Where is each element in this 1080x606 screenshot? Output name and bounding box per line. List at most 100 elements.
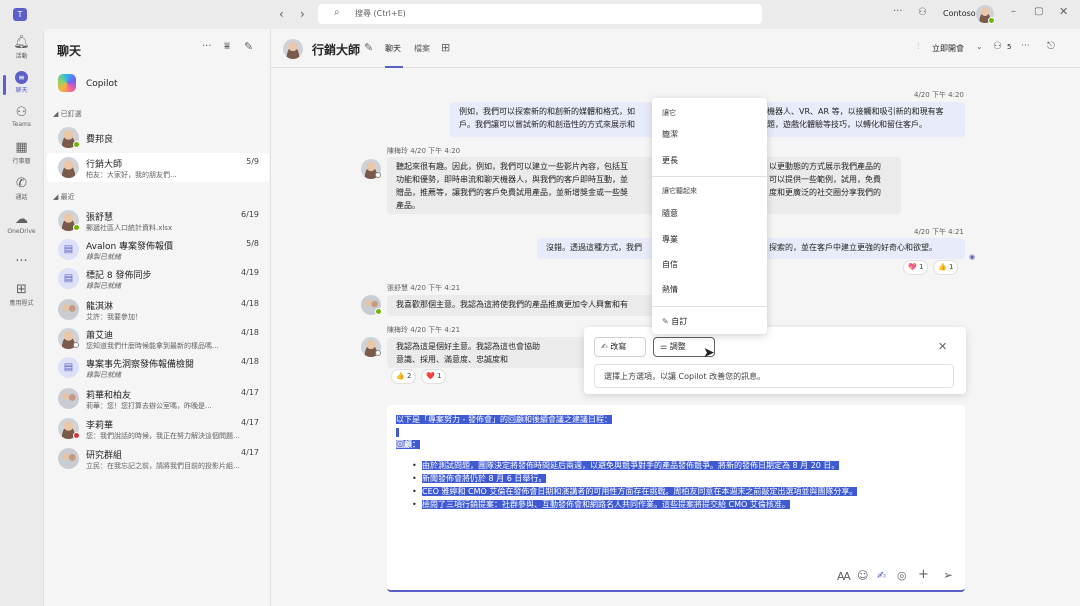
composer-bullet: 由於測試問題，團隊決定將發佈時間延后兩週，以避免與競爭對手的產品發佈競爭。將新的… xyxy=(422,461,840,470)
people-icon[interactable]: ⚇ xyxy=(993,41,1002,52)
close-window-icon[interactable]: ✕ xyxy=(1059,5,1068,18)
chat-item-pinned-0[interactable]: 費邦良 xyxy=(47,123,269,152)
recent-section-header[interactable]: ◢ 最近 xyxy=(53,192,75,202)
reaction-heart[interactable]: 💖 1 xyxy=(903,260,929,275)
more-options-icon[interactable]: ··· xyxy=(893,6,903,17)
chat-item-recent-8[interactable]: 研究群組 立民：在我忘記之前，請將我們目前的投影片組... 4/17 xyxy=(47,444,269,473)
copilot-chat-item[interactable]: Copilot xyxy=(47,72,269,96)
chat-item-recent-3[interactable]: 龍淇淋 艾許：我要參加！ 4/18 xyxy=(47,295,269,324)
pencil-icon: ✎ xyxy=(662,317,672,326)
chat-date: 6/19 xyxy=(241,210,259,219)
menu-item-custom[interactable]: ✎ 自訂 xyxy=(662,316,687,327)
chevron-down-icon[interactable]: ⌄ xyxy=(976,42,983,51)
search-input[interactable]: 搜尋 (Ctrl+E) xyxy=(355,8,406,19)
message-bubble-other[interactable]: 我喜歡那個主意。我認為這將使我們的產品推廣更加令人興奮和有 xyxy=(387,295,657,316)
add-tab-icon[interactable]: ⊞ xyxy=(441,41,450,54)
sender-name: 陳梅玲 xyxy=(387,326,408,334)
chat-date: 4/19 xyxy=(241,268,259,277)
close-icon[interactable]: ✕ xyxy=(938,340,947,353)
reaction-emoji: 👍 xyxy=(938,263,947,271)
rail-label: 應用程式 xyxy=(9,300,34,307)
message-text: 可以提供一些範例，試用，免費 xyxy=(769,175,881,184)
more-options-icon[interactable]: ··· xyxy=(202,41,212,52)
pinned-section-header[interactable]: ◢ 已釘選 xyxy=(53,109,82,119)
emoji-icon[interactable]: ☺ xyxy=(857,569,868,582)
chat-preview: 立民：在我忘記之前，請將我們目前的投影片組... xyxy=(86,462,240,470)
message-bubble-self-tail: 探索的，並在客戶中建立更強的好奇心和欲望。 xyxy=(767,238,965,259)
reaction-count: 2 xyxy=(406,372,412,380)
format-icon[interactable]: Ꜳ xyxy=(837,570,851,583)
more-options-icon[interactable]: ··· xyxy=(1021,41,1030,51)
edit-pencil-icon[interactable]: ✎ xyxy=(364,41,373,54)
menu-item-professional[interactable]: 專業 xyxy=(662,234,678,245)
rail-item-calendar[interactable]: ▦ 行事曆 xyxy=(0,141,43,166)
message-bubble-other[interactable]: 我認為這是個好主意。我認為這也會協助 意識、採用、滿意度、忠誠度和 xyxy=(387,337,587,368)
forward-arrow-icon[interactable]: › xyxy=(300,7,305,21)
meet-now-button[interactable]: 立即開會 xyxy=(932,43,964,54)
new-chat-icon[interactable]: ✎ xyxy=(244,40,253,53)
rail-item-onedrive[interactable]: ☁ OneDrive xyxy=(0,213,43,236)
copilot-icon xyxy=(58,74,76,92)
message-text: 機器人、VR、AR 等，以接觸和吸引新的和現有客 xyxy=(767,107,944,116)
magic-pen-icon: ✍ xyxy=(601,342,611,351)
rail-item-activity[interactable]: 🔔︎ 活動 xyxy=(0,35,43,61)
rail-more-button[interactable]: ... xyxy=(0,251,43,265)
meeting-group-icon: ▤ xyxy=(58,357,79,378)
reaction-heart[interactable]: ❤️ 1 xyxy=(421,369,447,384)
rewrite-button[interactable]: ✍ 改寫 xyxy=(594,337,646,357)
message-timestamp: 4/20 下午 4:21 xyxy=(410,284,461,292)
rail-item-apps[interactable]: ⊞ 應用程式 xyxy=(0,283,43,308)
chat-list-title: 聊天 xyxy=(57,44,82,58)
menu-item-confident[interactable]: 自信 xyxy=(662,259,678,270)
pop-out-icon[interactable]: ⎋ xyxy=(1047,41,1055,52)
back-arrow-icon[interactable]: ‹ xyxy=(279,7,284,21)
message-composer[interactable]: 以下是「專案努力 - 發佈會」的回顧和後續會議之建議日程： 回顧： • 由於測試… xyxy=(387,405,965,592)
message-text: 度和更廣泛的社交圈分享我們的 xyxy=(769,188,881,197)
composer-bullet: 檢閱了三項行銷提案：社群參與、互動發佈會和網路名人共同作業。這些提案將提交給 C… xyxy=(422,500,790,509)
message-meta: 陳梅玲 4/20 下午 4:21 xyxy=(387,325,460,335)
tab-files[interactable]: 檔案 xyxy=(414,43,430,54)
minimize-icon[interactable]: – xyxy=(1011,6,1016,17)
copilot-rewrite-icon[interactable]: ✍ xyxy=(877,569,886,582)
message-timestamp: 4/20 下午 4:20 xyxy=(914,91,964,99)
menu-item-casual[interactable]: 隨意 xyxy=(662,208,678,219)
presence-available-icon xyxy=(988,17,995,24)
menu-item-enthusiastic[interactable]: 熱情 xyxy=(662,284,678,295)
reaction-emoji: 💖 xyxy=(908,263,917,271)
rail-label: 聊天 xyxy=(15,87,28,94)
search-box[interactable]: ⌕ 搜尋 (Ctrl+E) xyxy=(318,4,762,24)
chat-item-recent-1[interactable]: ▤ Avalon 專案發佈報價 錄製已就緒 5/8 xyxy=(47,235,269,264)
filter-icon[interactable]: ⩸ xyxy=(224,41,230,52)
chat-item-recent-4[interactable]: 蕭艾迪 您知道我們什麼時候能拿到最新的樣品嗎... 4/18 xyxy=(47,324,269,353)
chat-name: Avalon 專案發佈報價 xyxy=(86,242,174,252)
bell-icon: 🔔︎ xyxy=(13,35,30,50)
sliders-icon: ⚌ xyxy=(660,342,670,351)
send-icon[interactable]: ➢ xyxy=(943,568,953,582)
loop-icon[interactable]: ◎ xyxy=(897,569,907,582)
chat-item-recent-5[interactable]: ▤ 專案事先洞察發佈報備檢閱 錄製已就緒 4/18 xyxy=(47,353,269,382)
menu-item-longer[interactable]: 更長 xyxy=(662,155,678,166)
rail-label: 行事曆 xyxy=(12,158,31,165)
composer-bullet: CEO 雅婷和 CMO 艾倫在發佈會日期和演講者的可用性方面存在挑戰。周柏友同意… xyxy=(422,487,858,496)
rail-item-calls[interactable]: ✆ 通話 xyxy=(0,177,43,202)
teams-icon: ⚇ xyxy=(15,105,28,120)
chat-item-pinned-1[interactable]: 行銷大師 柏友：大家好，我的朋友們... 5/9 xyxy=(47,153,269,182)
chat-item-recent-6[interactable]: 莉華和柏友 莉華：您！您打算去辦公室嗎，昨晚是... 4/17 xyxy=(47,384,269,413)
recent-label: 最近 xyxy=(60,193,75,201)
maximize-icon[interactable]: ▢ xyxy=(1034,6,1043,17)
reaction-like[interactable]: 👍 2 xyxy=(391,369,417,384)
chat-date: 4/18 xyxy=(241,299,259,308)
reaction-like[interactable]: 👍 1 xyxy=(933,260,959,275)
menu-item-concise[interactable]: 簡潔 xyxy=(662,129,678,140)
chat-item-recent-0[interactable]: 張舒慧 郵遞社區人口統計資料.xlsx 6/19 xyxy=(47,206,269,235)
chat-item-recent-7[interactable]: 李莉華 您：我們說話的時候，我正在努力解決這個問題... 4/17 xyxy=(47,414,269,443)
people-settings-icon[interactable]: ⚇ xyxy=(918,7,927,18)
more-icon: ... xyxy=(15,250,28,265)
chat-item-recent-2[interactable]: ▤ 標記 8 發佈同步 錄製已就緒 4/19 xyxy=(47,264,269,293)
reaction-count: 1 xyxy=(948,263,954,271)
tab-chat[interactable]: 聊天 xyxy=(385,43,401,54)
rail-item-teams[interactable]: ⚇ Teams xyxy=(0,105,43,129)
rail-item-chat[interactable]: ≡ 聊天 xyxy=(0,71,43,95)
plus-icon[interactable]: + xyxy=(918,567,929,582)
adjust-label: 調整 xyxy=(669,342,686,351)
